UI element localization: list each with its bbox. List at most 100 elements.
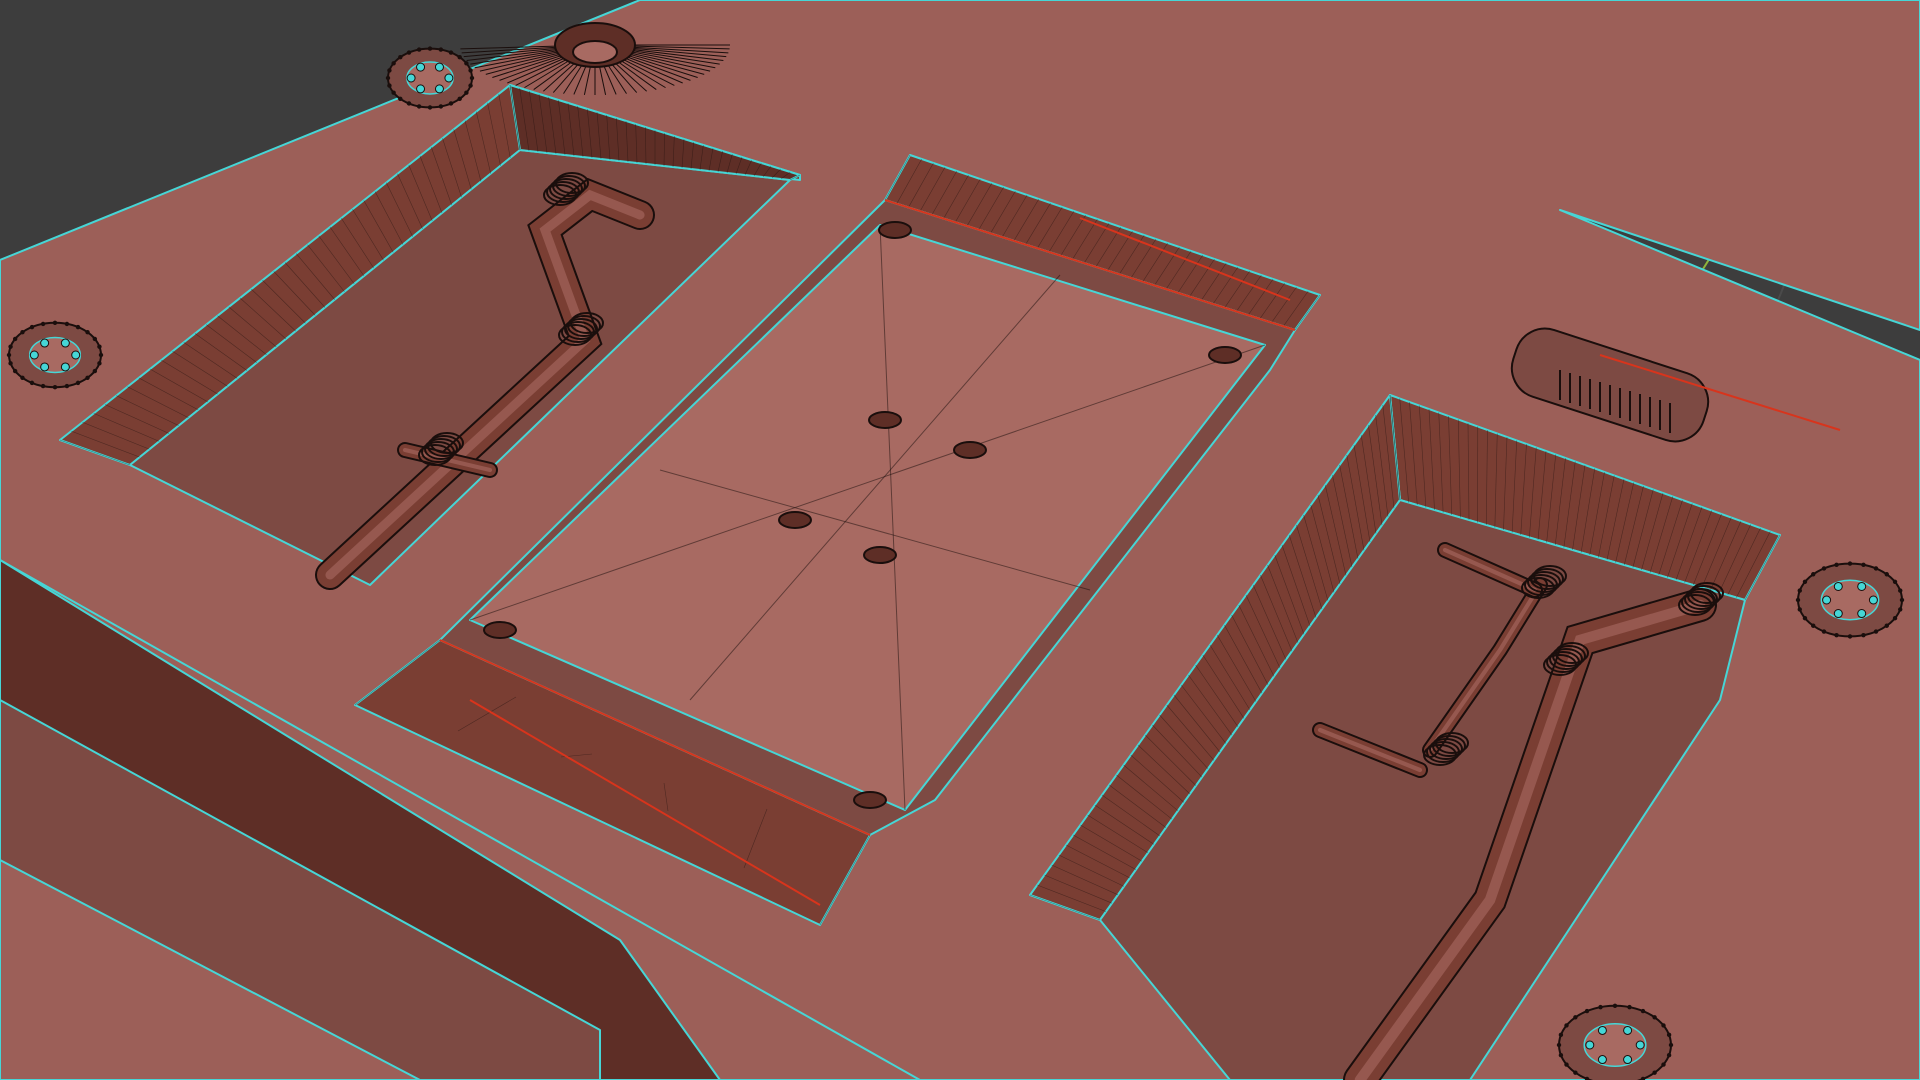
bolt-vertex: [85, 330, 90, 335]
bolt-head: [434, 84, 444, 94]
bolt-head: [1857, 609, 1867, 619]
bolt-vertex: [97, 361, 102, 366]
bolt-head: [1857, 581, 1867, 591]
bolt-head: [416, 84, 426, 94]
bolt-vertex: [92, 368, 98, 374]
bolt-vertex: [1821, 629, 1827, 634]
bolt-vertex: [20, 330, 25, 335]
bolt-vertex: [1898, 607, 1903, 612]
bolt-vertex: [1573, 1070, 1578, 1075]
mount-hole: [868, 411, 902, 429]
bolt-vertex: [98, 352, 104, 358]
bolt-vertex: [1652, 1015, 1657, 1020]
bolt-vertex: [8, 361, 13, 366]
mount-hole: [863, 546, 897, 564]
bolt-vertex: [40, 383, 46, 389]
bolt-vertex: [1861, 632, 1866, 638]
bolt-vertex: [1884, 572, 1889, 577]
bolt-head: [40, 362, 50, 372]
bolt-head: [416, 62, 426, 72]
bolt-vertex: [1899, 597, 1905, 603]
bolt-head: [71, 350, 81, 360]
bolt-vertex: [1612, 1003, 1618, 1008]
bolt-vertex: [469, 75, 475, 81]
bolt-vertex: [1873, 566, 1879, 571]
bolt-vertex: [416, 47, 422, 52]
3d-viewport[interactable]: [0, 0, 1920, 1080]
bolt-vertex: [1795, 597, 1801, 603]
bolt-head: [60, 362, 70, 372]
bolt-vertex: [1847, 634, 1853, 639]
bolt-vertex: [427, 105, 433, 110]
bolt-vertex: [391, 90, 396, 95]
bolt-vertex: [1666, 1032, 1672, 1038]
scene-canvas[interactable]: [0, 0, 1920, 1080]
bolt-vertex: [1834, 562, 1839, 568]
bolt-vertex: [1598, 1004, 1603, 1010]
bolt-vertex: [398, 96, 403, 101]
bolt-vertex: [457, 55, 462, 60]
bolt-head: [1597, 1055, 1607, 1065]
mount-hole: [483, 621, 517, 639]
bolt-vertex: [75, 380, 81, 386]
bolt-vertex: [1811, 623, 1816, 628]
bolt-vertex: [1892, 579, 1898, 584]
bolt-vertex: [1666, 1052, 1672, 1058]
bolt-vertex: [468, 83, 473, 88]
bolt-vertex: [1892, 616, 1898, 621]
bolt-head: [1585, 1040, 1595, 1050]
bolt-vertex: [6, 352, 12, 358]
bolt-vertex: [85, 375, 90, 380]
bolt-vertex: [1564, 1023, 1569, 1028]
bolt-vertex: [75, 324, 81, 330]
bolt-vertex: [1898, 588, 1903, 593]
bolt-vertex: [406, 101, 412, 106]
fan-hub-inner: [572, 40, 618, 64]
bolt-head: [1868, 595, 1878, 605]
bolt-vertex: [1811, 572, 1816, 577]
bolt-vertex: [52, 320, 58, 325]
bolt-head: [1833, 581, 1843, 591]
bolt-head: [434, 62, 444, 72]
bolt-vertex: [1573, 1015, 1578, 1020]
bolt-head: [1623, 1055, 1633, 1065]
bolt-vertex: [1821, 566, 1827, 571]
bolt-head: [60, 338, 70, 348]
bolt-vertex: [438, 104, 444, 109]
bolt-vertex: [12, 336, 18, 342]
bolt-head: [40, 338, 50, 348]
bolt-vertex: [416, 104, 422, 109]
bolt-head: [1833, 609, 1843, 619]
bolt-vertex: [398, 55, 403, 60]
bolt-vertex: [1661, 1023, 1666, 1028]
mount-hole: [953, 441, 987, 459]
bolt-vertex: [1834, 632, 1839, 638]
bolt-vertex: [391, 61, 396, 66]
bolt-vertex: [92, 336, 98, 342]
bolt-vertex: [1652, 1070, 1657, 1075]
bolt-vertex: [427, 46, 433, 51]
bolt-vertex: [464, 61, 469, 66]
bolt-vertex: [1640, 1008, 1646, 1014]
bolt-vertex: [97, 344, 102, 349]
bolt-head: [406, 73, 416, 83]
bolt-vertex: [468, 68, 473, 73]
mount-hole: [853, 791, 887, 809]
bolt-vertex: [1873, 629, 1879, 634]
bolt-vertex: [40, 321, 46, 327]
bolt-vertex: [1847, 561, 1853, 566]
bolt-vertex: [385, 75, 391, 81]
bolt-vertex: [1797, 588, 1802, 593]
bolt-vertex: [20, 375, 25, 380]
bolt-vertex: [1668, 1042, 1674, 1048]
bolt-vertex: [387, 68, 392, 73]
bolt-vertex: [1558, 1052, 1564, 1058]
bolt-head: [1597, 1025, 1607, 1035]
bolt-vertex: [1661, 1062, 1666, 1067]
bolt-vertex: [1884, 623, 1889, 628]
bolt-vertex: [64, 383, 70, 389]
bolt-head: [29, 350, 39, 360]
bolt-head: [1822, 595, 1832, 605]
bolt-vertex: [29, 324, 35, 330]
bolt-vertex: [1556, 1042, 1562, 1048]
